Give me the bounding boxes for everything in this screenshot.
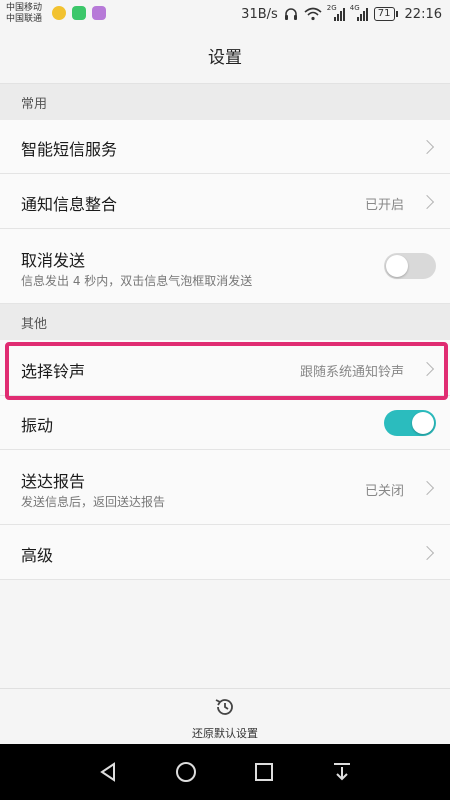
restore-defaults-label: 还原默认设置 [192, 727, 258, 740]
home-icon[interactable] [174, 760, 198, 784]
navigation-bar [0, 744, 450, 800]
battery-icon: 71 [373, 7, 398, 21]
signal-4g: 4G [350, 4, 368, 21]
net-speed: 31B/s [241, 6, 278, 22]
setting-notify-merge[interactable]: 通知信息整合 已开启 [0, 174, 450, 229]
app-notification-icon [52, 6, 66, 20]
status-bar: 中国移动 中国联通 31B/s 2G 4G 71 22:16 [0, 0, 450, 28]
chevron-right-icon [419, 545, 435, 561]
setting-title: 振动 [21, 416, 54, 435]
carrier-1: 中国移动 [6, 3, 43, 13]
app-notification-icon [92, 6, 106, 20]
setting-advanced[interactable]: 高级 [0, 525, 450, 580]
carrier-2: 中国联通 [6, 14, 43, 24]
setting-value: 已开启 [364, 198, 404, 213]
setting-cancel-send[interactable]: 取消发送 信息发出 4 秒内，双击信息气泡框取消发送 [0, 229, 450, 304]
cancel-send-toggle[interactable] [384, 253, 436, 279]
setting-title: 通知信息整合 [21, 195, 118, 214]
setting-title: 高级 [21, 546, 54, 565]
clock: 22:16 [404, 6, 442, 22]
carrier-info: 中国移动 中国联通 [6, 3, 42, 25]
signal-2g: 2G [327, 4, 345, 21]
chevron-right-icon [419, 194, 435, 210]
toggle-knob [386, 255, 408, 277]
setting-subtitle: 发送信息后，返回送达报告 [21, 495, 166, 509]
notification-icons [52, 6, 106, 20]
setting-title: 智能短信服务 [21, 140, 118, 159]
section-header-other: 其他 [0, 304, 450, 340]
recents-icon[interactable] [252, 760, 276, 784]
headphones-icon [284, 8, 297, 20]
setting-value: 跟随系统通知铃声 [299, 365, 404, 380]
setting-title: 送达报告 [21, 472, 86, 491]
setting-ringtone[interactable]: 选择铃声 跟随系统通知铃声 [0, 340, 450, 396]
vibrate-toggle[interactable] [384, 410, 436, 436]
setting-title: 取消发送 [21, 251, 86, 270]
status-right: 31B/s 2G 4G 71 22:16 [241, 4, 442, 23]
bottom-action-bar: 还原默认设置 [0, 688, 450, 744]
restore-defaults-button[interactable]: 还原默认设置 [175, 689, 275, 745]
restore-icon [215, 699, 233, 715]
toggle-knob [412, 412, 434, 434]
app-notification-icon [72, 6, 86, 20]
back-icon[interactable] [97, 760, 121, 784]
wifi-icon [304, 7, 322, 21]
setting-smart-sms[interactable]: 智能短信服务 [0, 120, 450, 174]
setting-vibrate[interactable]: 振动 [0, 396, 450, 450]
notification-pull-icon[interactable] [330, 760, 354, 784]
setting-value: 已关闭 [364, 484, 404, 499]
chevron-right-icon [419, 361, 435, 377]
page-title: 设置 [0, 28, 450, 84]
section-header-common: 常用 [0, 84, 450, 120]
setting-delivery-report[interactable]: 送达报告 发送信息后，返回送达报告 已关闭 [0, 450, 450, 525]
chevron-right-icon [419, 139, 435, 155]
setting-title: 选择铃声 [21, 362, 86, 381]
setting-subtitle: 信息发出 4 秒内，双击信息气泡框取消发送 [21, 274, 253, 288]
chevron-right-icon [419, 480, 435, 496]
